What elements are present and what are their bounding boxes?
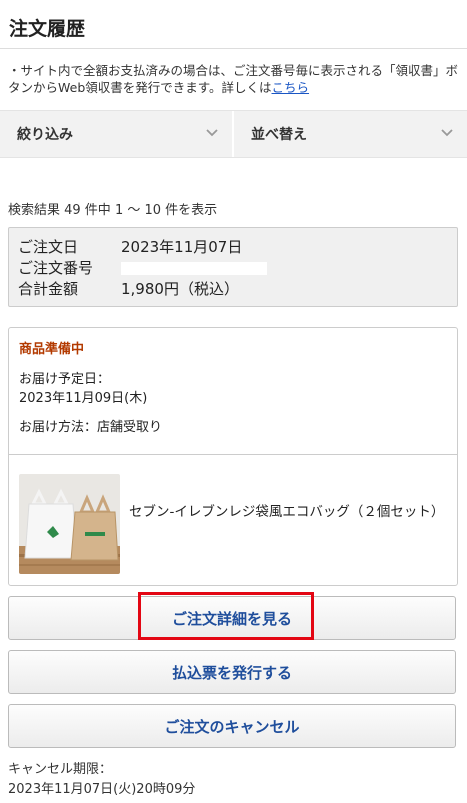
filter-dropdown[interactable]: 絞り込み bbox=[0, 111, 232, 157]
result-count: 検索結果 49 件中 1 〜 10 件を表示 bbox=[8, 203, 218, 218]
filter-label: 絞り込み bbox=[17, 127, 73, 143]
order-total-row: 合計金額 1,980円（税込） bbox=[18, 278, 239, 299]
order-date-label: ご注文日 bbox=[18, 238, 79, 256]
sort-dropdown[interactable]: 並べ替え bbox=[234, 111, 467, 157]
cancel-deadline-value: 2023年11月07日(火)20時09分 bbox=[8, 782, 196, 797]
order-date-row: ご注文日 2023年11月07日 bbox=[18, 236, 242, 257]
sort-label: 並べ替え bbox=[251, 127, 307, 143]
order-date-value: 2023年11月07日 bbox=[121, 238, 243, 256]
issue-payment-slip-button[interactable]: 払込票を発行する bbox=[8, 650, 456, 694]
product-image[interactable] bbox=[19, 474, 120, 574]
product-name[interactable]: セブン-イレブンレジ袋風エコバッグ（２個セット） bbox=[129, 502, 449, 522]
order-card: 商品準備中 お届け予定日： 2023年11月09日(木) お届け方法：店舗受取り… bbox=[8, 327, 458, 586]
highlight-box bbox=[138, 592, 314, 640]
order-number-row: ご注文番号 bbox=[18, 257, 267, 278]
delivery-method: お届け方法：店舗受取り bbox=[19, 420, 163, 435]
order-summary: ご注文日 2023年11月07日 ご注文番号 合計金額 1,980円（税込） bbox=[8, 227, 458, 307]
cancel-deadline-label: キャンセル期限： bbox=[8, 762, 113, 777]
receipt-notice-text: ・サイト内で全額お支払済みの場合は、ご注文番号毎に表示される「領収書」ボタンから… bbox=[8, 63, 459, 95]
chevron-down-icon bbox=[441, 126, 453, 141]
receipt-notice: ・サイト内で全額お支払済みの場合は、ご注文番号毎に表示される「領収書」ボタンから… bbox=[8, 62, 460, 96]
page-title: 注文履歴 bbox=[9, 18, 86, 40]
order-card-divider bbox=[9, 454, 457, 455]
order-number-masked bbox=[121, 262, 267, 275]
title-divider bbox=[0, 48, 467, 49]
details-link[interactable]: こちら bbox=[272, 80, 310, 95]
order-number-label: ご注文番号 bbox=[18, 259, 94, 277]
order-total-value: 1,980円（税込） bbox=[121, 280, 239, 298]
order-total-label: 合計金額 bbox=[18, 280, 79, 298]
chevron-down-icon bbox=[206, 126, 218, 141]
cancel-order-button[interactable]: ご注文のキャンセル bbox=[8, 704, 456, 748]
status-badge: 商品準備中 bbox=[19, 342, 85, 357]
filter-sort-bar: 絞り込み 並べ替え bbox=[0, 110, 467, 158]
delivery-date-label: お届け予定日： bbox=[19, 372, 111, 387]
delivery-date-value: 2023年11月09日(木) bbox=[19, 391, 148, 406]
